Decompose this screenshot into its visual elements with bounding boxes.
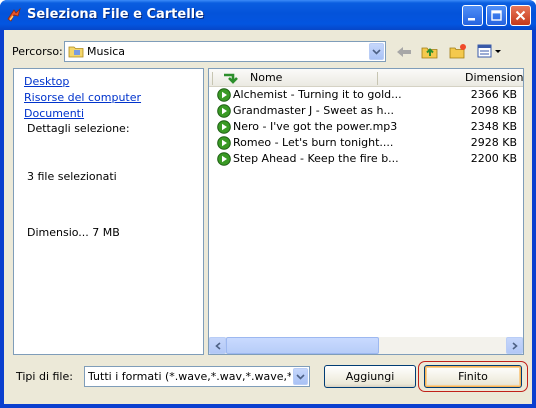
file-type-combo[interactable]: Tutti i formati (*.wave,*.wav,*.wave,*.w… (84, 366, 310, 387)
title-bar[interactable]: Seleziona File e Cartelle (0, 0, 536, 30)
link-my-computer[interactable]: Risorse del computer (24, 91, 141, 104)
minimize-icon (468, 18, 475, 21)
chevron-right-icon (511, 341, 518, 350)
file-name: Step Ahead - Keep the fire b... (233, 152, 399, 165)
file-size: 2200 KB (470, 152, 517, 165)
file-name: Alchemist - Turning it to gold... (233, 88, 402, 101)
views-icon (477, 44, 501, 58)
column-size[interactable]: Dimensione (465, 71, 523, 84)
finish-button-label: Finito (458, 370, 488, 383)
add-button[interactable]: Aggiungi (324, 365, 416, 388)
path-value: Musica (87, 45, 126, 58)
dialog-window: Seleziona File e Cartelle Percorso: Musi… (0, 0, 536, 408)
close-icon (515, 10, 526, 21)
new-folder-icon (449, 44, 466, 59)
file-list[interactable]: Nome Dimensione Alchemist - Turning it t… (208, 68, 524, 355)
chevron-down-icon (372, 48, 381, 55)
column-name[interactable]: Nome (250, 71, 282, 84)
file-size: 2098 KB (470, 104, 517, 117)
column-header: Nome Dimensione (209, 69, 523, 87)
scroll-left-button[interactable] (209, 337, 226, 354)
horizontal-scrollbar[interactable] (209, 337, 523, 354)
new-folder-button[interactable] (448, 41, 468, 61)
link-documents[interactable]: Documenti (24, 107, 84, 120)
audio-file-icon (217, 104, 231, 118)
audio-file-icon (217, 152, 231, 166)
list-item[interactable]: Grandmaster J - Sweet as h... 2098 KB (209, 103, 523, 119)
places-pane: Desktop Risorse del computer Documenti D… (13, 68, 204, 355)
maximize-button[interactable] (486, 5, 507, 26)
minimize-button[interactable] (462, 5, 483, 26)
link-desktop[interactable]: Desktop (24, 75, 69, 88)
file-name: Romeo - Let's burn tonight.... (233, 136, 394, 149)
file-type-value: Tutti i formati (*.wave,*.wav,*.wave,*.w… (88, 370, 291, 383)
selected-count: 3 file selezionati (27, 170, 117, 183)
list-item[interactable]: Romeo - Let's burn tonight.... 2928 KB (209, 135, 523, 151)
finish-button[interactable]: Finito (424, 365, 522, 388)
audio-file-icon (217, 136, 231, 150)
path-dropdown-button[interactable] (369, 43, 384, 60)
add-button-label: Aggiungi (345, 370, 395, 383)
maximize-icon (491, 10, 502, 21)
dialog-body: Percorso: Musica Desktop Risorse del com… (4, 30, 532, 404)
selection-size: Dimensio... 7 MB (27, 226, 120, 239)
file-size: 2366 KB (470, 88, 517, 101)
audio-file-icon (217, 120, 231, 134)
list-item[interactable]: Step Ahead - Keep the fire b... 2200 KB (209, 151, 523, 167)
scroll-right-button[interactable] (506, 337, 523, 354)
sort-arrow-icon[interactable] (221, 70, 241, 86)
up-folder-icon (421, 47, 438, 59)
back-arrow-icon (397, 47, 411, 57)
back-button[interactable] (394, 42, 414, 62)
chevron-down-icon (296, 373, 305, 380)
file-size: 2348 KB (470, 120, 517, 133)
file-name: Grandmaster J - Sweet as h... (233, 104, 394, 117)
app-icon (7, 7, 21, 22)
scroll-thumb[interactable] (226, 337, 379, 354)
selection-details-label: Dettagli selezione: (27, 122, 130, 135)
chevron-left-icon (214, 341, 221, 350)
folder-icon (68, 46, 84, 58)
window-title: Seleziona File e Cartelle (27, 7, 204, 22)
file-type-label: Tipi di file: (16, 370, 73, 383)
file-size: 2928 KB (470, 136, 517, 149)
path-label: Percorso: (12, 45, 63, 58)
list-item[interactable]: Nero - I've got the power.mp3 2348 KB (209, 119, 523, 135)
views-button[interactable] (476, 41, 504, 61)
column-divider (212, 72, 213, 85)
file-type-dropdown-button[interactable] (293, 368, 308, 385)
audio-file-icon (217, 88, 231, 102)
up-folder-button[interactable] (420, 41, 440, 61)
list-item[interactable]: Alchemist - Turning it to gold... 2366 K… (209, 87, 523, 103)
close-button[interactable] (510, 5, 531, 26)
file-name: Nero - I've got the power.mp3 (233, 120, 398, 133)
column-divider[interactable] (377, 72, 378, 85)
path-combo[interactable]: Musica (64, 41, 386, 62)
